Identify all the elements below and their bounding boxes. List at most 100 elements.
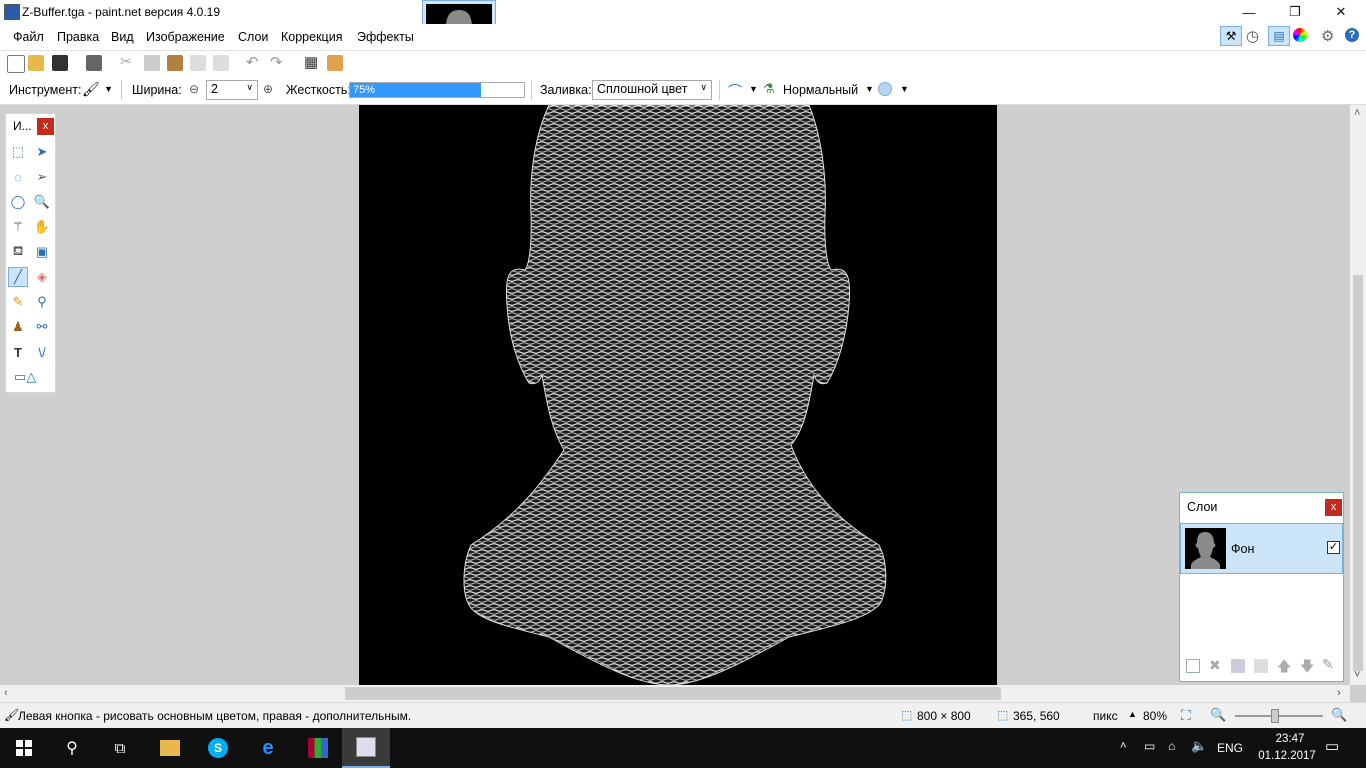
eraser-icon[interactable]: ◈ [32,267,52,287]
deselect-icon[interactable] [213,55,229,71]
ruler-icon[interactable] [327,55,343,71]
search-icon[interactable]: ⚲ [48,728,96,768]
menu-view[interactable]: Вид [111,30,134,44]
grid-icon[interactable]: ▦ [304,53,318,71]
paste-icon[interactable] [167,55,183,71]
cut-icon[interactable]: ✂ [120,53,132,70]
menu-file[interactable]: Файл [13,30,44,44]
hardness-slider[interactable]: 75% [349,82,525,98]
horizontal-scrollbar[interactable]: ‹ › [0,685,1350,702]
delete-layer-icon[interactable]: ✖ [1209,657,1221,674]
notifications-icon[interactable]: ▭ [1325,737,1339,755]
language-indicator[interactable]: ENG [1217,741,1243,755]
redo-icon[interactable]: ↷ [270,53,283,71]
shapes-icon[interactable]: ▭△ [8,367,56,387]
menu-edit[interactable]: Правка [57,30,99,44]
horizontal-scroll-thumb[interactable] [345,687,1001,700]
layers-panel-close-button[interactable]: x [1325,499,1342,516]
width-decrease-icon[interactable]: ⊖ [189,82,199,96]
scroll-up-icon[interactable]: ˄ [1354,107,1360,119]
edge-icon[interactable]: e [244,728,292,768]
task-view-icon[interactable]: ⧉ [96,728,144,768]
scroll-down-icon[interactable]: ˅ [1354,669,1360,681]
units-selector[interactable]: пикс [1093,709,1118,723]
layer-row[interactable]: Фон ✓ [1180,523,1343,574]
gradient-icon[interactable]: ▣ [32,242,52,262]
file-explorer-icon[interactable] [146,728,194,768]
zoom-level[interactable]: 80% [1143,709,1167,723]
clock-time[interactable]: 23:47 [1265,733,1315,745]
skype-icon[interactable]: S [194,728,242,768]
vertical-scroll-thumb[interactable] [1353,275,1363,671]
text-tool-icon[interactable]: T [8,342,28,362]
vertical-scrollbar[interactable]: ˄ ˅ [1350,105,1366,685]
history-toggle-icon[interactable]: ◷ [1246,27,1259,45]
alpha-blend-icon[interactable] [878,82,892,96]
paintbrush-tool-icon[interactable]: ╱ [8,267,28,287]
zoom-out-icon[interactable]: 🔍 [1210,707,1226,723]
lasso-select-icon[interactable]: ◌ [8,167,28,187]
move-selected-icon[interactable]: ➤ [32,142,52,162]
tool-dropdown-icon[interactable]: ▼ [104,84,113,94]
units-dropdown-icon[interactable]: ▲ [1128,709,1137,719]
blend-dropdown-icon[interactable]: ▼ [865,84,874,94]
zoom-icon[interactable]: 🔍 [32,192,52,212]
antialias-icon[interactable]: ⌒ [728,81,742,101]
settings-gear-icon[interactable]: ⚙ [1321,27,1334,45]
zoom-to-window-icon[interactable]: ⛶ [1181,707,1191,724]
zoom-slider-thumb[interactable] [1271,709,1279,723]
image-canvas[interactable] [359,105,997,685]
winrar-icon[interactable] [294,728,342,768]
show-hidden-icons[interactable]: ˄ [1120,740,1126,752]
colors-toggle-icon[interactable] [1293,28,1307,42]
copy-icon[interactable] [144,55,160,71]
move-layer-down-icon[interactable]: 🡇 [1300,656,1314,680]
paint-bucket-icon[interactable]: ⛾ [8,242,28,262]
help-icon[interactable]: ? [1345,28,1359,42]
minimize-button[interactable]: — [1226,0,1272,24]
add-layer-icon[interactable] [1186,659,1200,673]
tools-toggle-icon[interactable]: ⚒ [1220,26,1242,46]
menu-effects[interactable]: Эффекты [357,30,414,44]
layer-visibility-checkbox[interactable]: ✓ [1327,541,1340,554]
network-icon[interactable]: ⌂ [1168,739,1175,753]
rectangle-select-icon[interactable]: ⬚ [8,142,28,162]
move-layer-up-icon[interactable]: 🡅 [1277,656,1291,680]
antialias-dropdown-icon[interactable]: ▼ [749,84,758,94]
pan-hand-icon[interactable]: ✋ [32,217,52,237]
menu-adjustments[interactable]: Коррекция [281,30,342,44]
line-curve-icon[interactable]: \/ [32,342,52,362]
recolor-icon[interactable]: ⚯ [32,317,52,337]
layer-properties-icon[interactable]: ✎ [1322,656,1334,673]
width-increase-icon[interactable]: ⊕ [263,82,273,96]
pencil-icon[interactable]: ✎ [8,292,28,312]
maximize-button[interactable]: ❐ [1272,0,1318,24]
paintnet-taskbar-icon[interactable] [342,728,390,768]
fill-combo[interactable]: Сплошной цвет ∨ [592,80,712,100]
merge-down-icon[interactable] [1254,659,1268,673]
layers-toggle-icon[interactable]: ▤ [1268,26,1290,46]
alpha-dropdown-icon[interactable]: ▼ [900,84,909,94]
scroll-left-icon[interactable]: ‹ [4,687,8,699]
start-button[interactable] [0,728,48,768]
width-combo[interactable]: 2 ∨ [206,80,258,100]
tools-panel-close-button[interactable]: x [37,118,54,135]
zoom-slider[interactable] [1235,715,1323,717]
paintbrush-icon[interactable]: 🖌 [82,81,100,98]
volume-icon[interactable]: 🔈 [1191,738,1207,754]
open-folder-icon[interactable] [28,55,44,71]
blend-mode-icon[interactable]: ⚗ [763,81,775,97]
zoom-in-icon[interactable]: 🔍 [1331,707,1347,723]
blend-mode-value[interactable]: Нормальный [783,83,858,97]
battery-icon[interactable]: ▭ [1144,739,1155,753]
magic-wand-icon[interactable]: ⚚ [8,217,28,237]
menu-layers[interactable]: Слои [238,30,268,44]
menu-image[interactable]: Изображение [146,30,225,44]
print-icon[interactable] [86,55,102,71]
save-icon[interactable] [52,55,68,71]
move-selection-icon[interactable]: ➢ [32,167,52,187]
duplicate-layer-icon[interactable] [1231,659,1245,673]
undo-icon[interactable]: ↶ [246,53,259,71]
new-file-icon[interactable] [7,55,25,73]
crop-icon[interactable] [190,55,206,71]
